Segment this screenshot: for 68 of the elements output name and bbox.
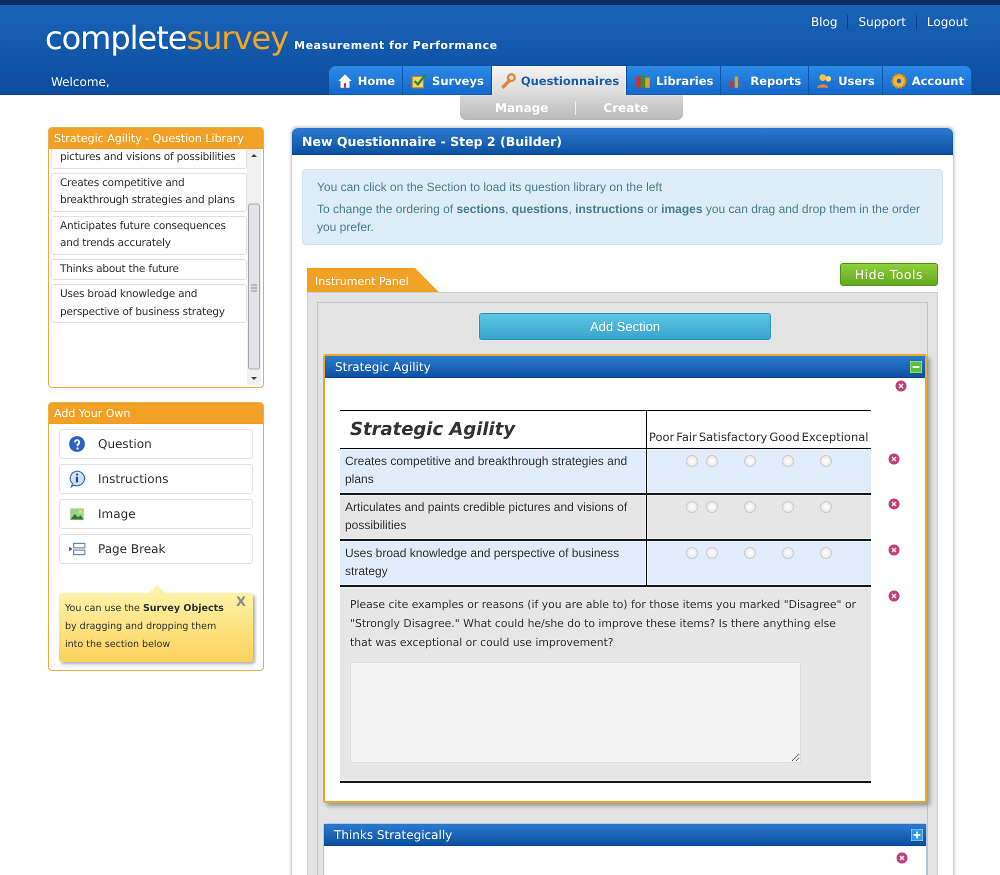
radio-button[interactable] xyxy=(686,547,698,559)
checkbox-icon xyxy=(410,72,428,90)
library-item[interactable]: Creates competitive and breakthrough strategies and plans xyxy=(51,172,247,212)
logo-text: complete xyxy=(45,19,186,57)
radio-button[interactable] xyxy=(706,455,718,467)
survey-object-item[interactable]: Image xyxy=(59,499,253,529)
question-icon xyxy=(68,435,86,453)
wrench-icon xyxy=(498,72,517,90)
section-title: Strategic Agility xyxy=(335,360,431,374)
radio-button[interactable] xyxy=(782,455,794,467)
rating-label: Fair xyxy=(675,430,698,444)
radio-button[interactable] xyxy=(820,501,832,513)
page-break-icon xyxy=(68,540,86,558)
survey-object-item[interactable]: Question xyxy=(59,429,253,459)
radio-button[interactable] xyxy=(744,547,756,559)
logo-text: survey xyxy=(186,19,288,57)
radio-button[interactable] xyxy=(744,455,756,467)
survey-object-item[interactable]: Instructions xyxy=(59,464,253,494)
panel-title: New Questionnaire - Step 2 (Builder) xyxy=(292,128,953,155)
header-link[interactable]: Logout xyxy=(916,15,978,29)
radio-button[interactable] xyxy=(686,455,698,467)
nav-tab[interactable]: Home xyxy=(328,66,404,95)
section-title: Thinks Strategically xyxy=(334,828,452,842)
header-link[interactable]: Blog xyxy=(800,15,848,29)
rating-label: Poor xyxy=(648,430,676,444)
comment-question-text: Please cite examples or reasons (if you are able to) for those items you marked "Disagree" or "Strongly Disagree." What could he/she do to improve these items? Is there anything else that was exceptional or could use improvement? xyxy=(350,597,857,651)
library-item[interactable]: Anticipates future consequences and trends accurately xyxy=(51,216,247,254)
nav-tab[interactable]: Users xyxy=(809,66,883,95)
comment-field[interactable] xyxy=(350,662,801,763)
header-link[interactable]: Support xyxy=(847,15,916,29)
rating-label: Good xyxy=(768,430,801,444)
radio-button[interactable] xyxy=(820,455,832,467)
radio-button[interactable] xyxy=(820,547,832,559)
tagline: Measurement for Performance xyxy=(294,39,498,52)
info-text: You can click on the Section to load its question library on the left xyxy=(317,179,664,196)
rating-label: Exceptional xyxy=(800,430,870,444)
welcome-text: Welcome, xyxy=(51,75,110,89)
library-item[interactable]: pictures and visions of possibilities xyxy=(51,149,247,168)
nav-tab[interactable]: Libraries xyxy=(627,66,722,95)
delete-icon xyxy=(895,380,907,392)
delete-icon xyxy=(888,544,900,556)
nav-tab[interactable]: Reports xyxy=(721,66,810,95)
delete-icon xyxy=(896,852,908,864)
section-header[interactable]: Thinks Strategically xyxy=(324,824,926,846)
panel-title: Add Your Own xyxy=(49,403,263,424)
survey-object-item[interactable]: Page Break xyxy=(59,534,253,564)
radio-button[interactable] xyxy=(706,547,718,559)
radio-button[interactable] xyxy=(686,501,698,513)
tooltip-pointer xyxy=(149,585,165,593)
section-header[interactable]: Strategic Agility xyxy=(325,356,925,378)
delete-icon xyxy=(888,590,900,602)
gear-icon xyxy=(890,72,908,90)
radio-button[interactable] xyxy=(744,501,756,513)
house-icon xyxy=(336,72,354,90)
panel-title: Strategic Agility - Question Library xyxy=(49,128,263,149)
nav-tab[interactable]: Account xyxy=(882,66,972,95)
delete-icon xyxy=(888,498,900,510)
radio-button[interactable] xyxy=(782,547,794,559)
nav-tab[interactable]: Surveys xyxy=(403,66,492,95)
radio-button[interactable] xyxy=(782,501,794,513)
library-item[interactable]: Thinks about the future xyxy=(51,258,247,280)
info-icon xyxy=(68,470,86,488)
delete-icon xyxy=(888,452,900,464)
info-text: To change the ordering of sections, questions, instructions or images you can drag and drop them in the order you prefer. xyxy=(317,201,921,236)
nav-tab[interactable]: Questionnaires xyxy=(492,66,628,95)
rating-label: Satisfactory xyxy=(698,430,768,444)
library-item[interactable]: Uses broad knowledge and perspective of business strategy xyxy=(51,284,247,323)
radio-button[interactable] xyxy=(706,501,718,513)
